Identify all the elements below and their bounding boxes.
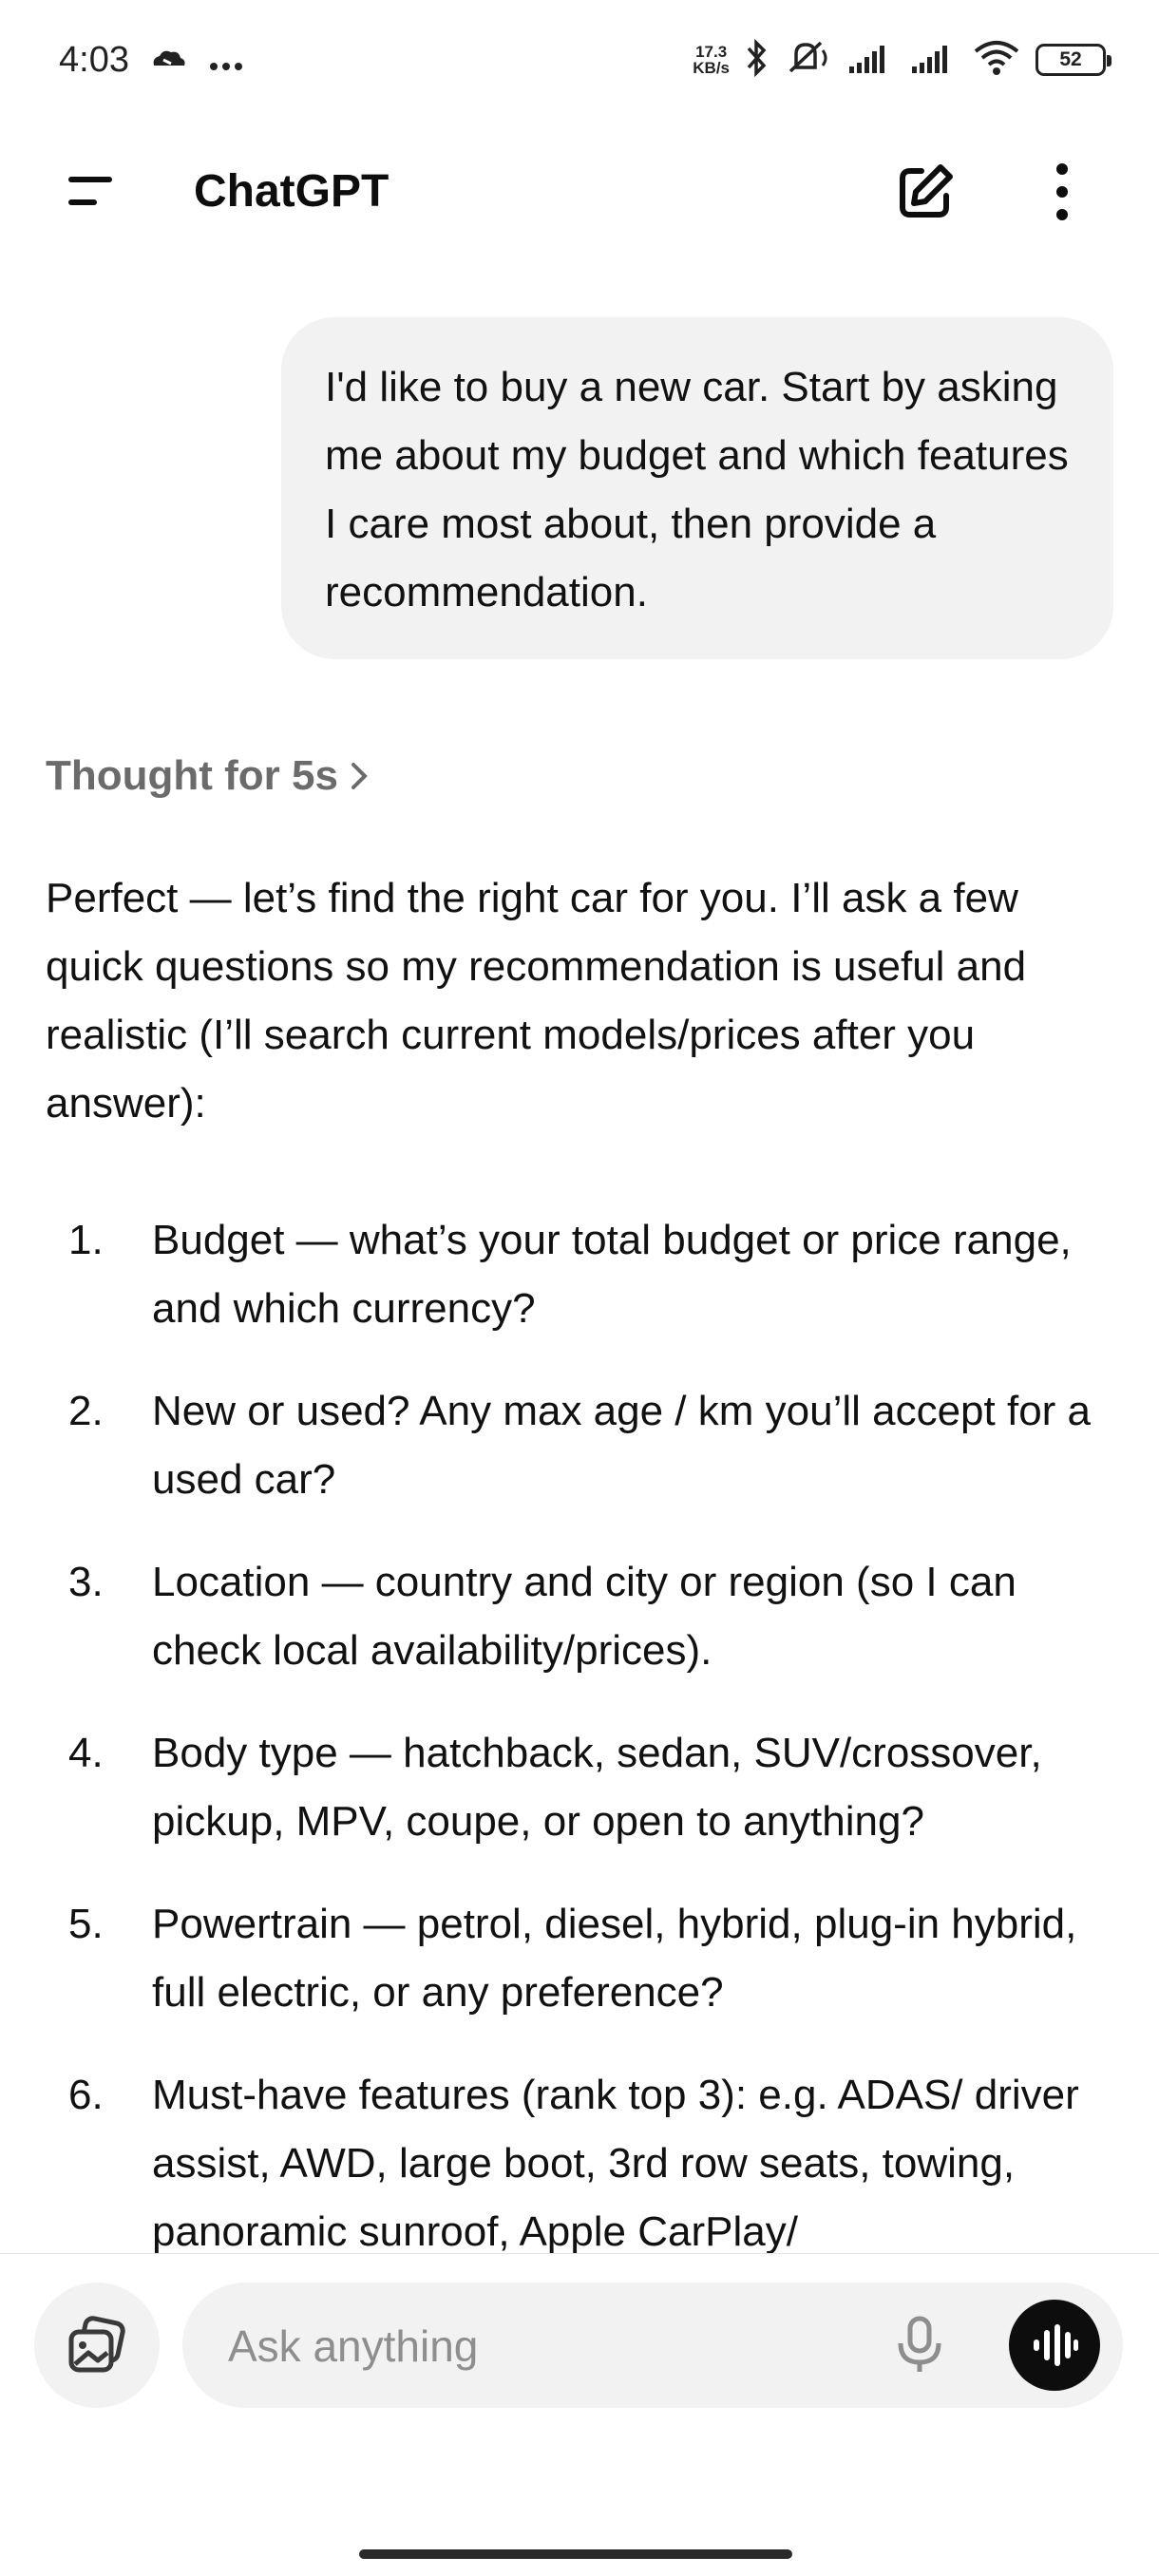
image-attach-icon [68,2316,125,2373]
weather-icon [150,40,188,81]
more-dots-icon [209,40,243,81]
dictate-button[interactable] [893,2313,946,2377]
more-vertical-icon [1056,163,1068,220]
app-title: ChatGPT [194,166,390,217]
list-text: Body type — hatchback, sedan, SUV/crosso… [152,1730,1042,1845]
status-bar: 4:03 17.3 KB/s 52 [0,0,1159,120]
thought-label: Thought for 5s [46,752,338,799]
voice-mode-icon [1034,2324,1078,2366]
list-item: 5. Powertrain — petrol, diesel, hybrid, p… [46,1890,1129,2027]
list-item: 3. Location — country and city or region … [46,1548,1129,1685]
list-item: 2. New or used? Any max age / km you’ll a… [46,1377,1129,1514]
app-header: ChatGPT [0,142,1159,241]
list-number: 2. [68,1388,104,1434]
menu-button[interactable] [57,167,125,217]
chevron-right-icon [351,763,368,789]
list-text: Powertrain — petrol, diesel, hybrid, plu… [152,1901,1077,2016]
more-options-button[interactable] [1037,160,1087,224]
list-item: 1. Budget — what’s your total budget or p… [46,1206,1129,1343]
new-chat-button[interactable] [893,160,958,224]
battery-level: 52 [1059,48,1082,70]
user-message-text: I'd like to buy a new car. Start by aski… [325,364,1069,616]
network-speed: 17.3 KB/s [693,44,730,76]
list-number: 5. [68,1901,104,1947]
message-input-placeholder: Ask anything [228,2321,479,2371]
list-item: 6. Must-have features (rank top 3): e.g. … [46,2061,1129,2266]
network-speed-value: 17.3 [695,43,728,61]
list-text: New or used? Any max age / km you’ll acc… [152,1388,1092,1503]
composer-bar: Ask anything [0,2253,1159,2462]
status-bar-left: 4:03 [59,40,243,81]
thought-toggle[interactable]: Thought for 5s [46,752,372,800]
home-indicator[interactable] [359,2549,792,2559]
signal-icon [847,42,895,79]
message-input-field[interactable]: Ask anything [182,2282,1123,2408]
list-text: Location — country and city or region (s… [152,1559,1016,1674]
list-text: Budget — what’s your total budget or pri… [152,1217,1072,1332]
compose-icon [900,164,953,218]
network-speed-unit: KB/s [693,59,730,77]
list-number: 6. [68,2072,104,2118]
battery-icon: 52 [1036,44,1112,76]
bluetooth-icon [745,38,770,82]
voice-mode-button[interactable] [1009,2300,1100,2391]
microphone-icon [898,2316,941,2372]
list-number: 1. [68,1217,104,1263]
user-message-bubble: I'd like to buy a new car. Start by aski… [281,317,1113,659]
question-list: 1. Budget — what’s your total budget or p… [46,1206,1129,2301]
wifi-icon [973,40,1020,81]
assistant-reply-intro: Perfect — let’s find the right car for y… [46,875,1027,1127]
list-item: 4. Body type — hatchback, sedan, SUV/cros… [46,1719,1129,1856]
status-time: 4:03 [59,39,129,80]
list-text: Must-have features (rank top 3): e.g. AD… [152,2072,1079,2255]
list-number: 4. [68,1730,104,1776]
chat-screen: 4:03 17.3 KB/s 52 ChatGPT I'd like to bu… [0,0,1159,2576]
menu-icon [68,177,112,205]
attach-image-button[interactable] [34,2282,160,2408]
mute-icon [785,39,832,82]
status-bar-right: 17.3 KB/s 52 [693,38,1112,82]
signal-icon [910,42,958,79]
list-number: 3. [68,1559,104,1605]
